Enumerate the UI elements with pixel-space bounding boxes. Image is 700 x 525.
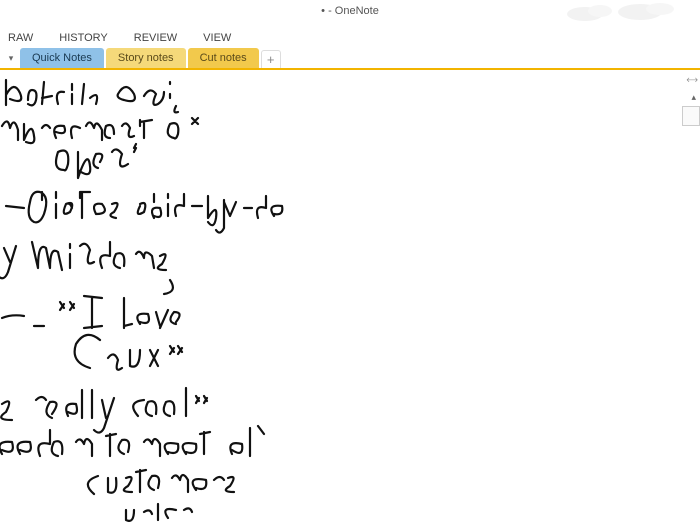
section-tab-label: Quick Notes bbox=[32, 52, 92, 64]
handwriting-ink bbox=[0, 70, 680, 522]
clouds-decoration bbox=[560, 0, 690, 22]
section-tab-label: Story notes bbox=[118, 52, 174, 64]
window-title: • - OneNote bbox=[321, 5, 379, 17]
ribbon-tab-history[interactable]: HISTORY bbox=[57, 30, 110, 46]
section-tab-row: ▾ Quick Notes Story notes Cut notes + bbox=[0, 46, 700, 70]
ribbon-tab-review[interactable]: REVIEW bbox=[132, 30, 179, 46]
page-panel: ⤢ ▴ bbox=[680, 70, 700, 522]
note-canvas[interactable]: ⤢ ▴ bbox=[0, 70, 700, 522]
collapse-arrow-icon[interactable]: ▴ bbox=[691, 92, 696, 103]
plus-icon: + bbox=[267, 52, 275, 67]
add-section-button[interactable]: + bbox=[261, 50, 281, 68]
section-tab-label: Cut notes bbox=[200, 52, 247, 64]
notebook-dropdown[interactable]: ▾ bbox=[4, 48, 18, 68]
title-bar: • - OneNote bbox=[0, 0, 700, 22]
ribbon-tabs: RAW HISTORY REVIEW VIEW bbox=[0, 22, 700, 46]
ribbon-tab-raw[interactable]: RAW bbox=[6, 30, 35, 46]
page-tab[interactable] bbox=[682, 106, 700, 126]
section-tab-quick-notes[interactable]: Quick Notes bbox=[20, 48, 104, 68]
section-tab-story-notes[interactable]: Story notes bbox=[106, 48, 186, 68]
section-tab-cut-notes[interactable]: Cut notes bbox=[188, 48, 259, 68]
expand-panel-icon[interactable]: ⤢ bbox=[684, 73, 699, 88]
ribbon-tab-view[interactable]: VIEW bbox=[201, 30, 233, 46]
